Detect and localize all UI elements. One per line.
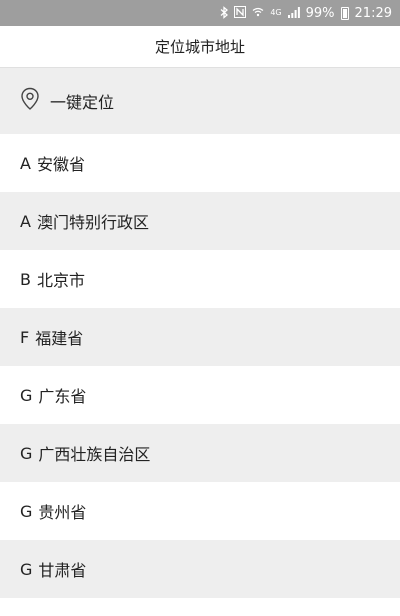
wifi-icon (252, 7, 264, 19)
index-letter: G (20, 443, 33, 463)
list-item[interactable]: B 北京市 (0, 250, 400, 308)
list-item[interactable]: G 广东省 (0, 366, 400, 424)
page-title: 定位城市地址 (0, 26, 400, 68)
index-letter: A (20, 211, 31, 231)
index-letter: G (20, 385, 33, 405)
province-name: 广西壮族自治区 (38, 445, 151, 464)
province-name: 北京市 (36, 271, 85, 290)
province-name: 安徽省 (36, 155, 85, 174)
province-name: 福建省 (35, 329, 84, 348)
index-letter: G (20, 501, 33, 521)
signal-icon (287, 6, 300, 20)
battery-icon (340, 6, 349, 20)
province-name: 甘肃省 (38, 561, 87, 580)
locate-label: 一键定位 (50, 93, 115, 112)
location-pin-icon (20, 87, 50, 115)
list-item[interactable]: A 安徽省 (0, 134, 400, 192)
list-item[interactable]: A 澳门特别行政区 (0, 192, 400, 250)
battery-percent: 99% (305, 5, 335, 21)
4g-icon: 4G (270, 8, 282, 17)
province-list: 一键定位 A 安徽省 A 澳门特别行政区 B 北京市 F 福建省 G 广东省 G… (0, 68, 400, 598)
index-letter: G (20, 559, 33, 579)
province-name: 澳门特别行政区 (36, 213, 149, 232)
clock: 21:29 (354, 5, 392, 21)
bluetooth-icon (220, 5, 229, 21)
nfc-icon (234, 6, 247, 20)
index-letter: F (20, 327, 30, 347)
status-bar: 4G 99% 21:29 (0, 0, 400, 26)
list-item[interactable]: F 福建省 (0, 308, 400, 366)
list-item[interactable]: G 贵州省 (0, 482, 400, 540)
list-item[interactable]: G 广西壮族自治区 (0, 424, 400, 482)
province-name: 贵州省 (38, 503, 87, 522)
locate-button[interactable]: 一键定位 (0, 68, 400, 134)
list-item[interactable]: G 甘肃省 (0, 540, 400, 598)
index-letter: B (20, 269, 31, 289)
province-name: 广东省 (38, 387, 87, 406)
index-letter: A (20, 153, 31, 173)
